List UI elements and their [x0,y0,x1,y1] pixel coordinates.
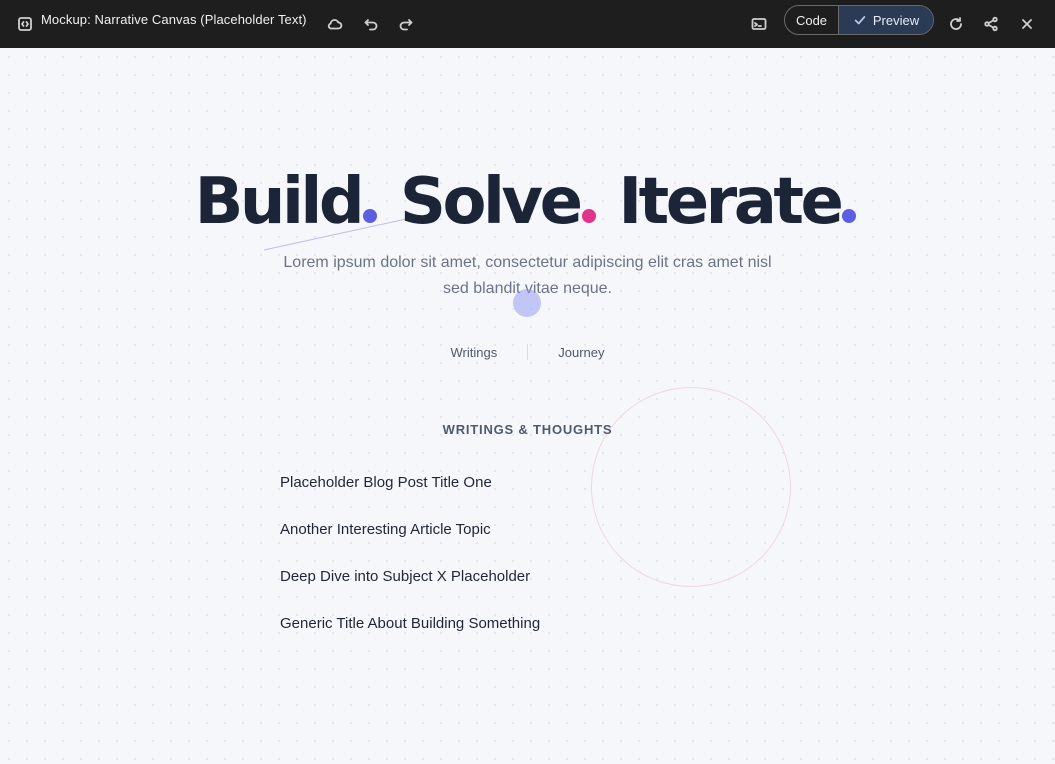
writings-heading: WRITINGS & THOUGHTS [442,422,613,437]
nav-journey-link[interactable]: Journey [558,345,604,360]
code-tab-label: Code [795,12,828,28]
code-tab[interactable]: Code [785,6,839,34]
redo-icon[interactable] [392,10,420,38]
post-list: Placeholder Blog Post Title One Another … [280,474,540,662]
hero-dot-2 [581,209,596,223]
hero-word-iterate: Iterate [618,165,844,239]
share-icon[interactable] [977,10,1005,38]
post-link[interactable]: Generic Title About Building Something [280,615,540,662]
undo-icon[interactable] [357,10,385,38]
hero-word-build: Build [194,165,365,239]
refresh-icon[interactable] [942,10,970,38]
cloud-icon[interactable] [321,10,349,38]
hero-dot-3 [842,209,857,223]
preview-tab-label: Preview [872,12,920,28]
hero-word-solve: Solve [399,165,583,239]
close-icon[interactable] [1013,10,1041,38]
preview-tab[interactable]: Preview [839,6,933,34]
post-link[interactable]: Another Interesting Article Topic [280,521,540,568]
post-link[interactable]: Deep Dive into Subject X Placeholder [280,568,540,615]
hero-dot-1 [363,209,378,223]
view-mode-toggle: Code Preview [784,5,934,35]
code-file-icon [11,10,39,38]
post-link[interactable]: Placeholder Blog Post Title One [280,474,540,521]
checkmark-icon [854,16,866,25]
hero-headline: Build Solve Iterate [0,164,1055,240]
app-toolbar: Mockup: Narrative Canvas (Placeholder Te… [0,0,1055,48]
terminal-icon[interactable] [745,10,773,38]
decorative-ring [591,387,791,587]
nav-divider [527,344,529,360]
decorative-blob [513,289,541,317]
nav-writings-link[interactable]: Writings [451,345,498,360]
window-title: Mockup: Narrative Canvas (Placeholder Te… [41,12,307,27]
preview-canvas: Build Solve Iterate Lorem ipsum dolor si… [0,48,1055,764]
primary-nav: Writings Journey [0,344,1055,360]
